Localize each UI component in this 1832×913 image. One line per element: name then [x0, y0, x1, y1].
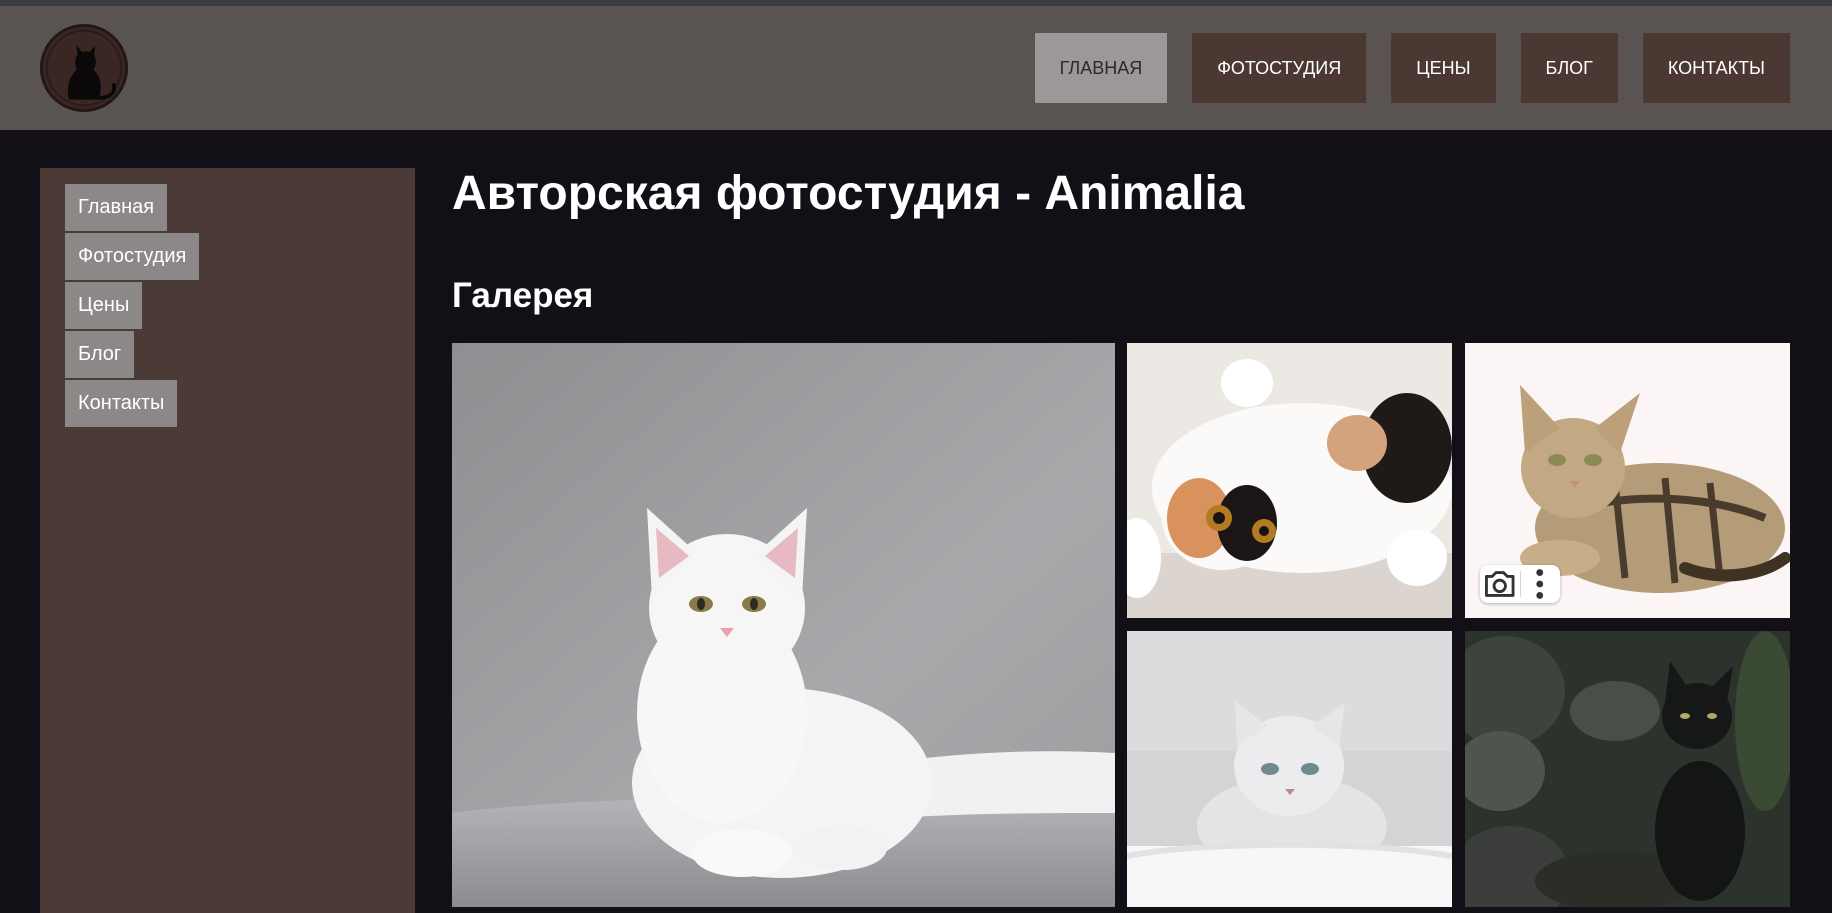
- gallery-photo-tabby-kitten[interactable]: [1465, 343, 1790, 618]
- sidebar-item-studio[interactable]: Фотостудия: [65, 233, 200, 280]
- image-tools-overlay: [1480, 565, 1560, 603]
- sidebar-item-blog[interactable]: Блог: [65, 331, 135, 378]
- nav-blog-button[interactable]: Блог: [1520, 33, 1618, 103]
- site-header: Главная Фотостудия Цены Блог Контакты: [0, 6, 1832, 130]
- gallery-photo-silver-kitten[interactable]: [1127, 631, 1452, 907]
- sidebar: Главная Фотостудия Цены Блог Контакты: [40, 168, 415, 913]
- gallery-title: Галерея: [452, 276, 594, 315]
- sidebar-item-contacts[interactable]: Контакты: [65, 380, 178, 427]
- nav-home-button[interactable]: Главная: [1034, 33, 1168, 103]
- top-nav: Главная Фотостудия Цены Блог Контакты: [1034, 33, 1790, 103]
- gallery-photo-black-cat[interactable]: [1465, 631, 1790, 907]
- nav-prices-button[interactable]: Цены: [1391, 33, 1496, 103]
- gallery-photo-white-cat[interactable]: [452, 343, 1115, 907]
- nav-contacts-button[interactable]: Контакты: [1642, 33, 1790, 103]
- main-content: Авторская фотостудия - Animalia Галерея: [452, 167, 1790, 316]
- cat-logo-icon[interactable]: [40, 24, 128, 112]
- page-title: Авторская фотостудия - Animalia: [452, 167, 1245, 220]
- more-options-icon[interactable]: [1520, 565, 1560, 603]
- visual-search-icon[interactable]: [1480, 565, 1520, 603]
- sidebar-item-home[interactable]: Главная: [65, 184, 168, 231]
- sidebar-menu: Главная Фотостудия Цены Блог Контакты: [65, 184, 200, 429]
- sidebar-item-prices[interactable]: Цены: [65, 282, 143, 329]
- nav-studio-button[interactable]: Фотостудия: [1192, 33, 1367, 103]
- gallery-photo-calico-kitten[interactable]: [1127, 343, 1452, 618]
- gallery-grid: [452, 343, 1790, 907]
